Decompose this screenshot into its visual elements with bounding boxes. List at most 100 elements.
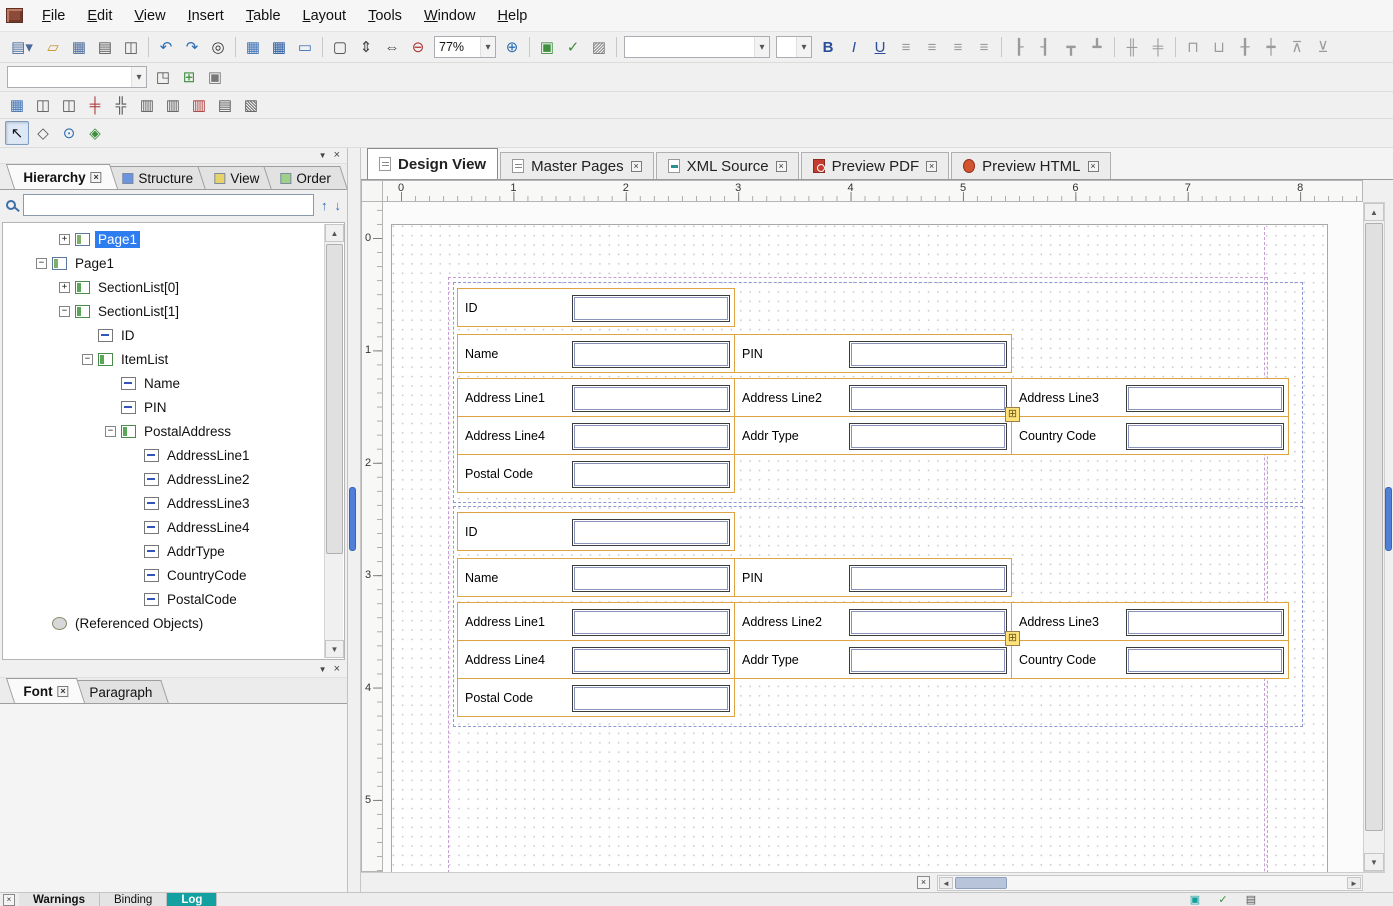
panel-close-icon[interactable]: × bbox=[334, 150, 340, 161]
status-tab-log[interactable]: Log bbox=[167, 893, 217, 906]
close-icon[interactable]: × bbox=[776, 161, 787, 172]
font-size-combo[interactable]: ▾ bbox=[776, 36, 812, 58]
palette-tab-order[interactable]: Order bbox=[263, 166, 347, 189]
design-canvas[interactable]: IDNamePINAddress Line1Address Line2Addre… bbox=[383, 202, 1363, 872]
form-cell-addr-type[interactable]: Addr Type bbox=[734, 416, 1012, 455]
insert-custom-table-button[interactable]: ▦ bbox=[267, 35, 291, 59]
align-right-edges-button[interactable]: ┨ bbox=[1033, 35, 1057, 59]
field-input[interactable] bbox=[1126, 647, 1284, 674]
tree-item-addressline2[interactable]: AddressLine2 bbox=[3, 467, 344, 491]
chevron-down-icon[interactable]: ▾ bbox=[796, 37, 811, 57]
chevron-down-icon[interactable]: ▾ bbox=[754, 37, 769, 57]
align-center-button[interactable]: ≡ bbox=[920, 35, 944, 59]
tree-item-addressline1[interactable]: AddressLine1 bbox=[3, 443, 344, 467]
align-top-edges-button[interactable]: ┳ bbox=[1059, 35, 1083, 59]
scroll-left-icon[interactable]: ◄ bbox=[939, 877, 953, 889]
center-horizontal-button[interactable]: ┿ bbox=[1259, 35, 1283, 59]
status-tab-warnings[interactable]: Warnings bbox=[19, 893, 100, 906]
remove-whitespace-button[interactable]: ⊖ bbox=[406, 35, 430, 59]
zoom-tool[interactable]: ⊙ bbox=[57, 121, 81, 145]
tree-item-itemlist[interactable]: −ItemList bbox=[3, 347, 344, 371]
palette-tab-hierarchy[interactable]: Hierarchy× bbox=[6, 164, 118, 189]
close-icon[interactable]: × bbox=[90, 172, 101, 183]
insert-image-button[interactable]: ▨ bbox=[587, 35, 611, 59]
menu-insert[interactable]: Insert bbox=[177, 3, 235, 29]
collapse-icon[interactable]: − bbox=[105, 426, 116, 437]
menu-layout[interactable]: Layout bbox=[292, 3, 358, 29]
chevron-down-icon[interactable]: ▾ bbox=[131, 67, 146, 87]
scroll-up-icon[interactable]: ▲ bbox=[325, 224, 344, 242]
tree-item-postalcode[interactable]: PostalCode bbox=[3, 587, 344, 611]
delete-row-button[interactable]: ╪ bbox=[83, 93, 107, 117]
find-button[interactable]: ◎ bbox=[206, 35, 230, 59]
send-to-back-button[interactable]: ⊻ bbox=[1311, 35, 1335, 59]
scroll-down-icon[interactable]: ▼ bbox=[1364, 853, 1384, 871]
field-input[interactable] bbox=[572, 647, 730, 674]
bring-to-front-button[interactable]: ⊼ bbox=[1285, 35, 1309, 59]
form-cell-address-line1[interactable]: Address Line1 bbox=[457, 602, 735, 641]
open-button[interactable]: ▱ bbox=[41, 35, 65, 59]
insert-table-button[interactable]: ▦ bbox=[241, 35, 265, 59]
field-input[interactable] bbox=[1126, 609, 1284, 636]
bold-button[interactable]: B bbox=[816, 35, 840, 59]
close-icon[interactable]: × bbox=[1088, 161, 1099, 172]
tab-xml-source[interactable]: XML Source× bbox=[656, 152, 799, 179]
field-input[interactable] bbox=[572, 341, 730, 368]
subform-section[interactable]: IDNamePINAddress Line1Address Line2Addre… bbox=[453, 282, 1303, 503]
tree-item-sectionlist-0[interactable]: +SectionList[0] bbox=[3, 275, 344, 299]
fit-width-button[interactable]: ⇔ bbox=[380, 35, 404, 59]
menu-help[interactable]: Help bbox=[487, 3, 539, 29]
tree-item-postaladdress[interactable]: −PostalAddress bbox=[3, 419, 344, 443]
field-input[interactable] bbox=[572, 565, 730, 592]
menu-window[interactable]: Window bbox=[413, 3, 487, 29]
redo-button[interactable]: ↷ bbox=[180, 35, 204, 59]
check-script-status-icon[interactable]: ✓ bbox=[1214, 894, 1232, 906]
font-tab-font[interactable]: Font× bbox=[6, 678, 85, 703]
form-cell-address-line2[interactable]: Address Line2 bbox=[734, 378, 1012, 417]
panel-menu-icon[interactable]: ▼ bbox=[319, 665, 327, 674]
make-same-width-button[interactable]: ⊓ bbox=[1181, 35, 1205, 59]
align-justify-button[interactable]: ≡ bbox=[972, 35, 996, 59]
collapse-icon[interactable]: − bbox=[82, 354, 93, 365]
scroll-up-icon[interactable]: ▲ bbox=[1364, 203, 1384, 221]
object-editor-button[interactable]: ◳ bbox=[151, 65, 175, 89]
tree-item-addressline4[interactable]: AddressLine4 bbox=[3, 515, 344, 539]
field-input[interactable] bbox=[849, 385, 1007, 412]
form-cell-address-line2[interactable]: Address Line2 bbox=[734, 602, 1012, 641]
underline-button[interactable]: U bbox=[868, 35, 892, 59]
tree-item-id[interactable]: ID bbox=[3, 323, 344, 347]
form-cell-postal-code[interactable]: Postal Code bbox=[457, 454, 735, 493]
align-right-button[interactable]: ≡ bbox=[946, 35, 970, 59]
close-icon[interactable]: × bbox=[631, 161, 642, 172]
tree-item-name[interactable]: Name bbox=[3, 371, 344, 395]
form-cell-name[interactable]: Name bbox=[457, 334, 735, 373]
tree-item-addrtype[interactable]: AddrType bbox=[3, 539, 344, 563]
fit-height-button[interactable]: ⇕ bbox=[354, 35, 378, 59]
menu-table[interactable]: Table bbox=[235, 3, 292, 29]
zoom-combo[interactable]: 77%▾ bbox=[434, 36, 496, 58]
chevron-down-icon[interactable]: ▾ bbox=[480, 37, 495, 57]
insert-section-button[interactable]: ▭ bbox=[293, 35, 317, 59]
field-input[interactable] bbox=[1126, 423, 1284, 450]
field-input[interactable] bbox=[572, 519, 730, 546]
paste-object-button[interactable]: ▣ bbox=[203, 65, 227, 89]
right-splitter-handle[interactable] bbox=[1385, 487, 1392, 551]
tree-item-page1[interactable]: −Page1 bbox=[3, 251, 344, 275]
scroll-thumb[interactable] bbox=[1365, 223, 1383, 831]
tree-item-page1[interactable]: +Page1 bbox=[3, 227, 344, 251]
collapse-icon[interactable]: − bbox=[59, 306, 70, 317]
close-icon[interactable]: × bbox=[926, 161, 937, 172]
preview-tool[interactable]: ◈ bbox=[83, 121, 107, 145]
insert-row-above-button[interactable]: ◫ bbox=[31, 93, 55, 117]
palette-tab-structure[interactable]: Structure bbox=[106, 166, 210, 189]
form-cell-country-code[interactable]: Country Code bbox=[1011, 640, 1289, 679]
delete-column-button[interactable]: ▥ bbox=[187, 93, 211, 117]
search-input[interactable] bbox=[23, 194, 314, 216]
zoom-in-button[interactable]: ⊕ bbox=[500, 35, 524, 59]
page-frame-button[interactable]: ▢ bbox=[328, 35, 352, 59]
log-status-icon[interactable]: ▣ bbox=[1186, 894, 1204, 906]
subform-section[interactable]: IDNamePINAddress Line1Address Line2Addre… bbox=[453, 506, 1303, 727]
script-editor-status-icon[interactable]: ▤ bbox=[1242, 894, 1260, 906]
expand-icon[interactable]: + bbox=[59, 282, 70, 293]
tree-scrollbar[interactable]: ▲ ▼ bbox=[324, 224, 343, 658]
